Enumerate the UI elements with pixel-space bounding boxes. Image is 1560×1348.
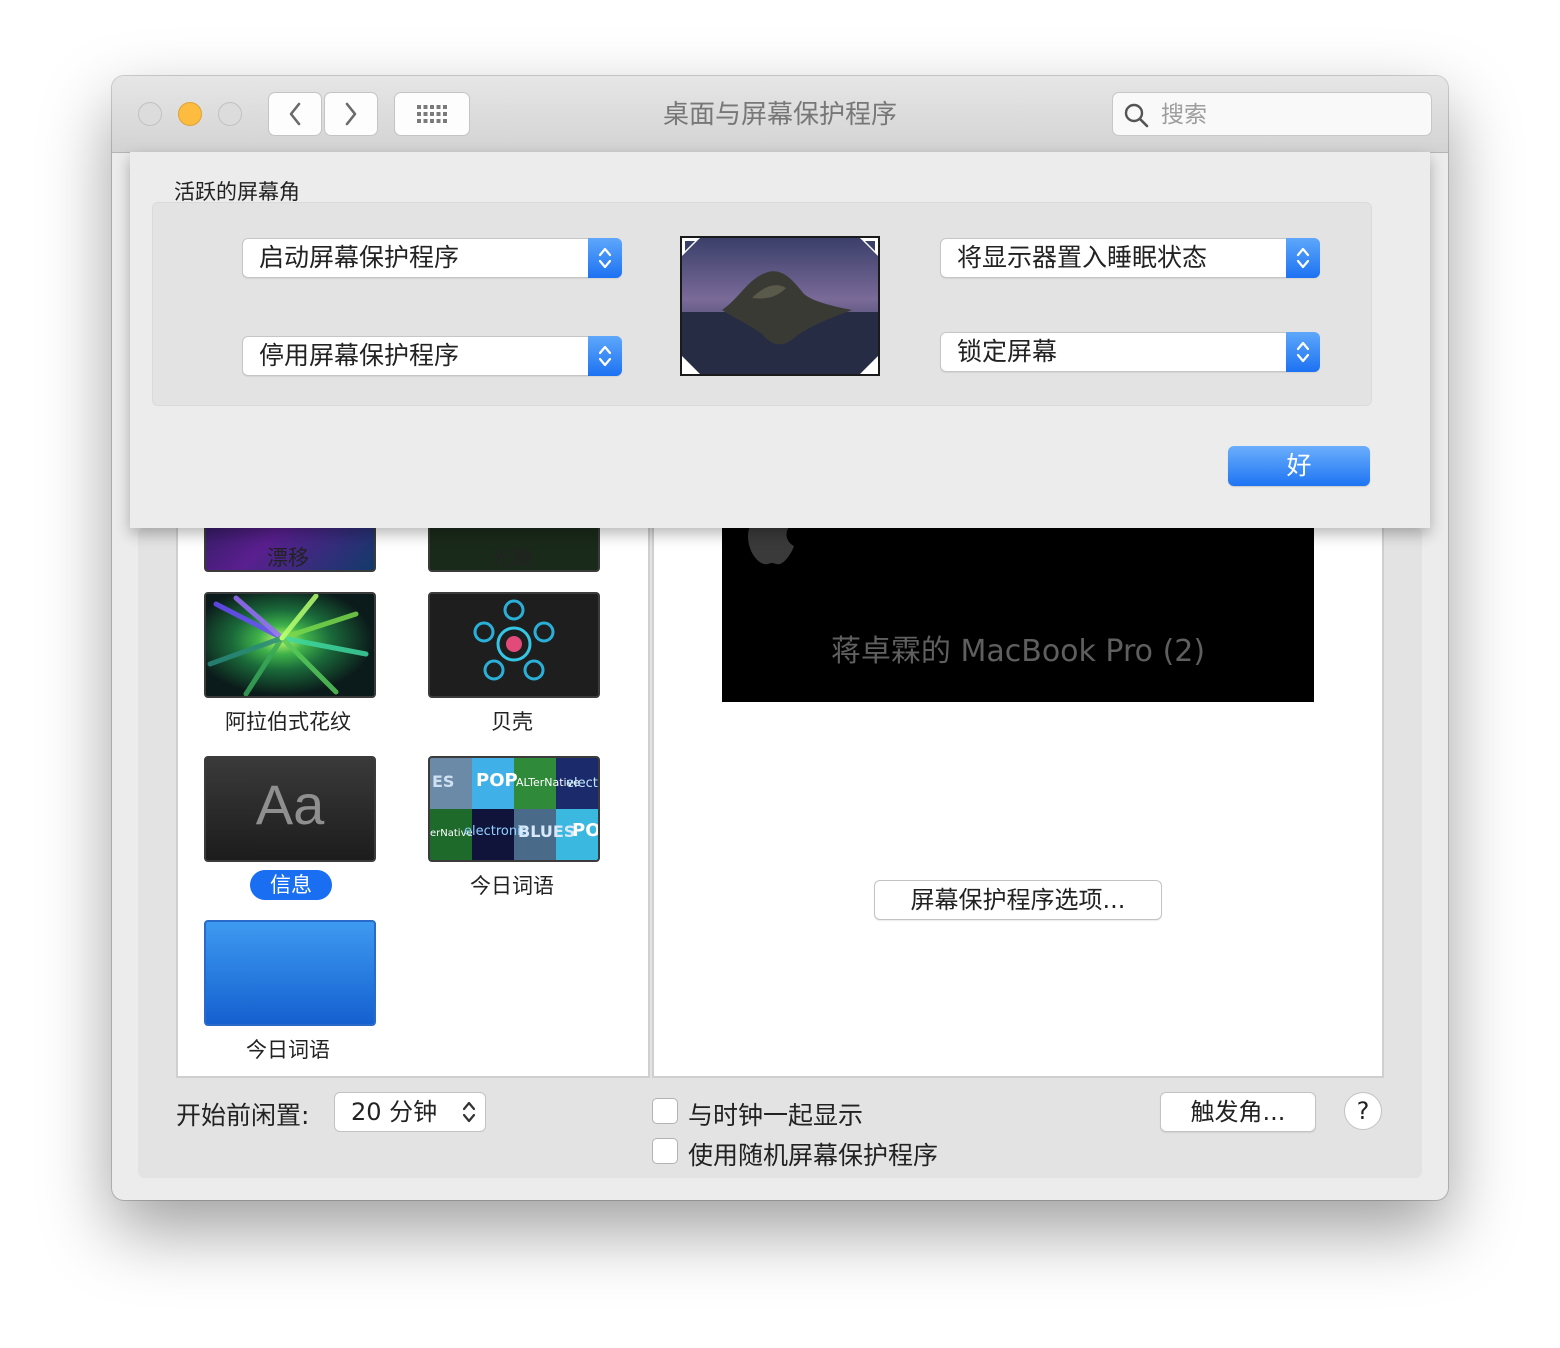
screensaver-label: 贝壳 bbox=[491, 710, 533, 734]
search-field[interactable] bbox=[1112, 92, 1432, 137]
arabesque-art bbox=[207, 594, 369, 696]
screensaver-thumb-arabesque[interactable] bbox=[204, 592, 376, 698]
help-button[interactable]: ? bbox=[1344, 1092, 1382, 1130]
screensaver-label-selected: 信息 bbox=[250, 870, 332, 900]
screensaver-options-button[interactable]: 屏幕保护程序选项... bbox=[874, 880, 1162, 920]
catalina-wallpaper-image bbox=[682, 238, 878, 374]
screensaver-label: 今日词语 bbox=[470, 874, 554, 898]
zoom-button[interactable] bbox=[218, 102, 242, 126]
idle-time-value: 20 分钟 bbox=[351, 1098, 438, 1126]
up-down-arrows-icon bbox=[1296, 247, 1310, 269]
chevron-left-icon bbox=[289, 102, 301, 126]
show-all-button[interactable] bbox=[394, 92, 470, 136]
hot-corners-button[interactable]: 触发角... bbox=[1160, 1092, 1316, 1132]
popup-arrow bbox=[588, 336, 622, 376]
screensaver-thumb-message[interactable]: Aa bbox=[204, 756, 376, 862]
bottom-left-corner-popup[interactable]: 停用屏幕保护程序 bbox=[242, 336, 622, 376]
bottom-right-corner-popup[interactable]: 锁定屏幕 bbox=[940, 332, 1320, 372]
idle-time-popup[interactable]: 20 分钟 bbox=[334, 1092, 486, 1132]
minimize-button[interactable] bbox=[178, 102, 202, 126]
screensaver-list[interactable]: 漂移 光舞 阿拉伯式花纹 贝壳 Aa ES POP ALTerNative el… bbox=[176, 466, 650, 1078]
title-bar: 桌面与屏幕保护程序 bbox=[112, 76, 1448, 153]
preview-caption: 蒋卓霖的 MacBook Pro (2) bbox=[830, 634, 1206, 669]
screensaver-thumb-word-of-the-day[interactable] bbox=[204, 920, 376, 1026]
album-tile-text: PO bbox=[572, 820, 600, 841]
up-down-arrows-icon bbox=[598, 247, 612, 269]
popup-value: 将显示器置入睡眠状态 bbox=[957, 243, 1208, 272]
album-tile-text: electr bbox=[566, 776, 600, 791]
preferences-window: 桌面与屏幕保护程序 漂移 光舞 bbox=[112, 76, 1448, 1200]
shell-art bbox=[473, 599, 555, 681]
screensaver-label: 阿拉伯式花纹 bbox=[225, 710, 351, 734]
up-down-arrows-icon bbox=[1296, 341, 1310, 363]
idle-label: 开始前闲置: bbox=[176, 1101, 310, 1130]
screensaver-thumb-shell[interactable] bbox=[428, 592, 600, 698]
apple-logo-icon bbox=[748, 528, 794, 565]
message-preview-text: Aa bbox=[255, 773, 325, 836]
album-tile-text: BLUES bbox=[518, 822, 576, 841]
top-right-corner-popup[interactable]: 将显示器置入睡眠状态 bbox=[940, 238, 1320, 278]
random-screensaver-label: 使用随机屏幕保护程序 bbox=[688, 1141, 939, 1170]
top-left-corner-popup[interactable]: 启动屏幕保护程序 bbox=[242, 238, 622, 278]
popup-arrow bbox=[1286, 332, 1320, 372]
ok-button[interactable]: 好 bbox=[1228, 446, 1370, 486]
back-button[interactable] bbox=[268, 92, 322, 136]
chevron-right-icon bbox=[345, 102, 357, 126]
popup-value: 停用屏幕保护程序 bbox=[259, 341, 460, 370]
search-icon bbox=[1124, 103, 1149, 128]
search-input[interactable] bbox=[1159, 93, 1423, 137]
show-with-clock-checkbox[interactable] bbox=[652, 1098, 678, 1124]
up-down-arrows-icon bbox=[598, 345, 612, 367]
random-screensaver-checkbox[interactable] bbox=[652, 1138, 678, 1164]
up-down-arrows-icon bbox=[462, 1101, 476, 1123]
album-tile-text: POP bbox=[476, 770, 518, 791]
screensaver-preview: 蒋卓霖的 MacBook Pro (2) bbox=[722, 528, 1314, 702]
popup-value: 启动屏幕保护程序 bbox=[259, 243, 460, 272]
screensaver-label: 今日词语 bbox=[246, 1038, 330, 1062]
screensaver-label: 漂移 bbox=[267, 546, 309, 570]
popup-arrow bbox=[1286, 238, 1320, 278]
close-button[interactable] bbox=[138, 102, 162, 126]
forward-button[interactable] bbox=[324, 92, 378, 136]
show-with-clock-label: 与时钟一起显示 bbox=[688, 1101, 864, 1130]
desktop-corner-preview bbox=[680, 236, 880, 376]
popup-value: 锁定屏幕 bbox=[957, 337, 1058, 366]
album-tile-text: ES bbox=[432, 772, 455, 791]
screensaver-label: 光舞 bbox=[491, 546, 533, 570]
screensaver-thumb-album-artwork[interactable]: ES POP ALTerNative electr erNative elect… bbox=[428, 756, 600, 862]
grid-icon bbox=[417, 105, 447, 123]
popup-arrow bbox=[588, 238, 622, 278]
